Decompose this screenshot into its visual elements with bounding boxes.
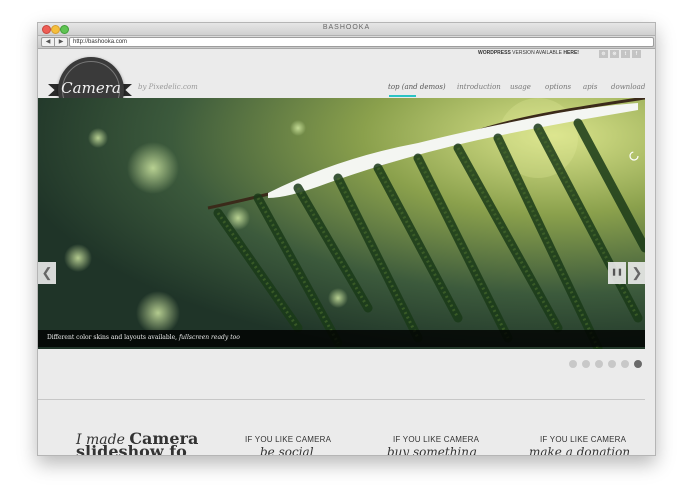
slider-pager-dot[interactable] [582,360,590,368]
address-bar[interactable]: http://bashooka.com [69,37,654,47]
promo-heading-line2: slideshow fo [76,442,187,456]
buy-something-link[interactable]: buy something [387,445,477,455]
social-column-caption: IF YOU LIKE CAMERA [245,435,332,444]
caption-plain: Different color skins and layouts availa… [47,334,179,341]
caption-text: Different color skins and layouts availa… [47,334,240,341]
make-donation-link[interactable]: make a donation [529,445,630,455]
window-title: BASHOOKA [322,24,371,31]
donate-column-caption: IF YOU LIKE CAMERA [540,435,627,444]
forward-button[interactable]: ▶ [54,37,68,47]
menu-top-and-demos[interactable]: top (and demos) [388,83,446,91]
dribbble-icon[interactable]: ⊛ [610,50,619,58]
title-bar: BASHOOKA [38,23,655,36]
loading-indicator-icon [629,151,639,161]
buy-column-caption: IF YOU LIKE CAMERA [393,435,480,444]
slider-next-button[interactable]: ❯ [628,262,645,284]
wordpress-note: WORDPRESS VERSION AVAILABLE HERE! [478,50,579,56]
wordpress-label: WORDPRESS [478,50,511,56]
caption-italic: fullscreen ready too [178,334,240,341]
slider-pager-dot-active[interactable] [634,360,642,368]
byline-link[interactable]: by Pixedelic.com [138,83,198,91]
slider-pager-dot[interactable] [621,360,629,368]
wordpress-note-text: VERSION AVAILABLE [510,50,564,56]
browser-window: BASHOOKA ◀ ▶ http://bashooka.com WORDPRE… [37,22,656,456]
browser-toolbar: ◀ ▶ http://bashooka.com [38,36,655,49]
logo-text: Camera [61,79,121,97]
page-content: WORDPRESS VERSION AVAILABLE HERE! ⊚ ⊛ t … [38,49,655,455]
be-social-link[interactable]: be social [260,445,314,455]
section-divider [38,399,645,400]
rss-icon[interactable]: ⊚ [599,50,608,58]
twitter-icon[interactable]: t [621,50,630,58]
slider-pager-dot[interactable] [595,360,603,368]
slider-pause-button[interactable]: ❚❚ [608,262,626,284]
menu-options[interactable]: options [545,83,571,91]
slide-image [38,98,645,349]
camera-slider[interactable]: ❮ ❚❚ ❯ Different color skins and layouts… [38,98,645,349]
facebook-icon[interactable]: f [632,50,641,58]
slider-pager-dot[interactable] [569,360,577,368]
menu-apis[interactable]: apis [583,83,598,91]
menu-download[interactable]: download [611,83,645,91]
back-button[interactable]: ◀ [41,37,55,47]
slider-prev-button[interactable]: ❮ [38,262,56,284]
menu-introduction[interactable]: introduction [457,83,501,91]
wordpress-here-link[interactable]: HERE! [563,50,579,56]
slide-caption: Different color skins and layouts availa… [38,330,645,347]
slider-pager-dot[interactable] [608,360,616,368]
menu-usage[interactable]: usage [510,83,531,91]
top-strip: WORDPRESS VERSION AVAILABLE HERE! ⊚ ⊛ t … [38,49,655,59]
active-menu-indicator [389,95,416,97]
